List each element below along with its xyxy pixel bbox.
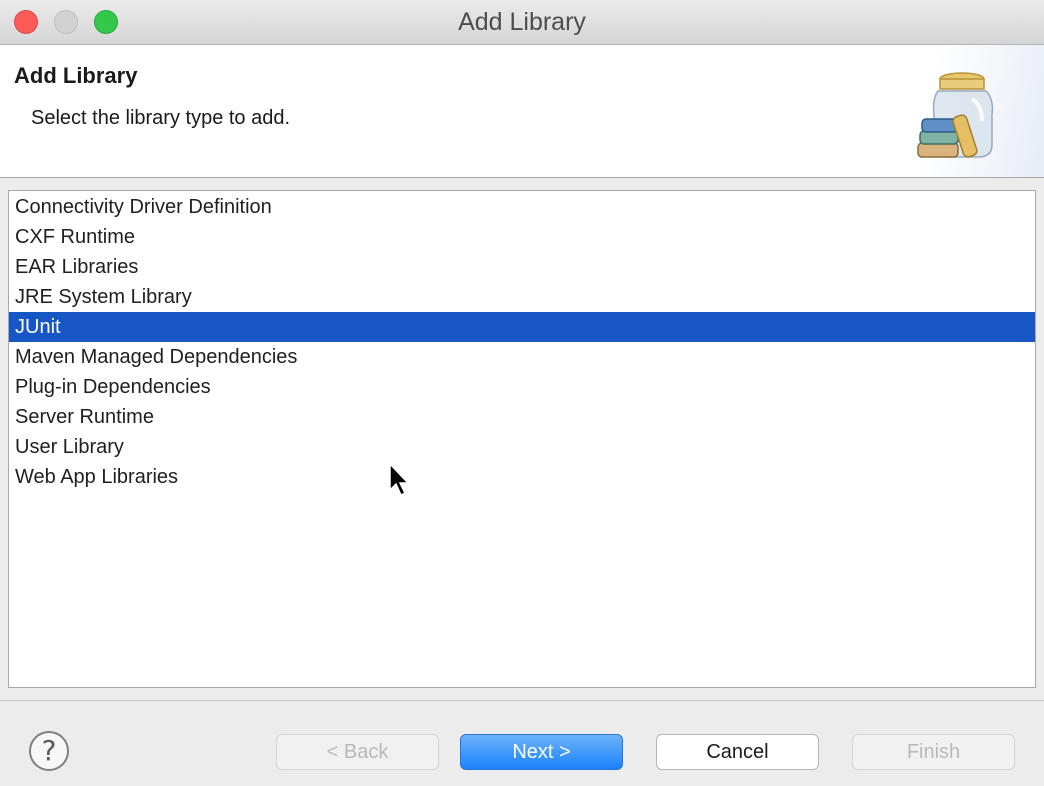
add-library-dialog: Add Library Add Library Select the libra… — [0, 0, 1044, 786]
library-type-list[interactable]: Connectivity Driver Definition CXF Runtim… — [8, 190, 1036, 688]
title-bar[interactable]: Add Library — [0, 0, 1044, 45]
help-icon[interactable]: ? — [29, 731, 69, 771]
footer-divider — [0, 700, 1044, 701]
back-button[interactable]: < Back — [276, 734, 439, 770]
mouse-cursor-icon — [389, 462, 410, 497]
window-title: Add Library — [458, 8, 586, 36]
banner-title: Add Library — [14, 63, 138, 88]
library-type-item[interactable]: User Library — [9, 432, 1035, 462]
finish-button[interactable]: Finish — [852, 734, 1015, 770]
next-button[interactable]: Next > — [460, 734, 623, 770]
banner-description: Select the library type to add. — [31, 107, 291, 129]
library-type-list-items: Connectivity Driver Definition CXF Runtim… — [9, 191, 1035, 492]
library-type-item[interactable]: CXF Runtime — [9, 222, 1035, 252]
library-type-item[interactable]: Server Runtime — [9, 402, 1035, 432]
library-type-item[interactable]: JRE System Library — [9, 282, 1035, 312]
library-type-item[interactable]: Web App Libraries — [9, 462, 1035, 492]
wizard-banner: Add Library Select the library type to a… — [0, 45, 1044, 178]
library-type-item[interactable]: Maven Managed Dependencies — [9, 342, 1035, 372]
library-type-item[interactable]: JUnit — [9, 312, 1035, 342]
library-type-item[interactable]: Plug-in Dependencies — [9, 372, 1035, 402]
library-type-item[interactable]: Connectivity Driver Definition — [9, 192, 1035, 222]
cancel-button[interactable]: Cancel — [656, 734, 819, 770]
library-type-item[interactable]: EAR Libraries — [9, 252, 1035, 282]
library-jar-icon — [917, 72, 994, 158]
